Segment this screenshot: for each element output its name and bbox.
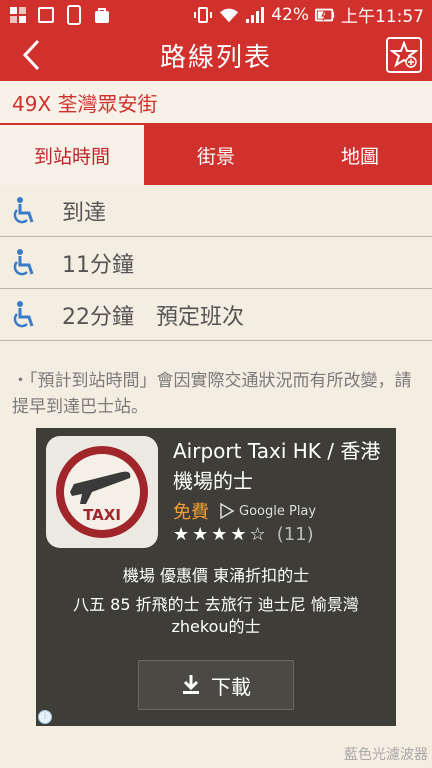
ad-app-name[interactable]: Airport Taxi HK / 香港機場的士: [173, 436, 387, 496]
battery-percent: 42%: [271, 4, 309, 25]
list-item: 到達: [0, 185, 432, 237]
list-item: 22分鐘 預定班次: [0, 289, 432, 341]
arrival-text: 到達: [62, 200, 107, 226]
download-icon: [183, 675, 199, 694]
taxi-plane-icon: TAXI: [56, 446, 148, 538]
price-row: 免費 Google Play: [173, 498, 316, 524]
store-name: Google Play: [239, 503, 317, 519]
status-bar: 42% 上午11:57: [0, 0, 432, 29]
clock: 上午11:57: [341, 7, 424, 27]
eta-disclaimer: ・「預計到站時間」會因實際交通狀況而有所改變，請提早到達巴士站。: [12, 371, 412, 417]
back-button[interactable]: [12, 35, 52, 75]
rating-row: ★★★★☆ (11): [173, 524, 314, 545]
star-add-icon: [390, 41, 418, 68]
arrival-text: 22分鐘 預定班次: [62, 304, 244, 330]
wifi-icon: [219, 5, 239, 25]
download-button[interactable]: 下載: [138, 660, 294, 710]
chevron-left-icon: [22, 39, 40, 71]
app-icon[interactable]: TAXI: [46, 436, 158, 548]
add-favorite-button[interactable]: [386, 37, 422, 73]
bag-icon: [92, 5, 112, 25]
blue-light-filter-label: 藍色光濾波器: [344, 747, 428, 763]
rating-stars: ★★★★☆: [173, 524, 269, 545]
ad-info-icon[interactable]: i: [38, 710, 52, 724]
notification-icons: [8, 4, 112, 25]
ad-description-2: 八五 85 折飛的士 去旅行 迪士尼 愉景灣 zhekou的士: [73, 595, 359, 636]
app-notification-icon: [8, 5, 28, 25]
route-header: 49X 荃灣眾安街: [0, 81, 432, 125]
google-play-badge: Google Play: [219, 503, 316, 519]
play-store-icon: [220, 503, 235, 519]
list-item: 11分鐘: [0, 237, 432, 289]
price-label: 免費: [173, 502, 209, 523]
screenshot-icon: [64, 4, 84, 25]
tab-map[interactable]: 地圖: [288, 125, 432, 185]
app-bar: 路線列表: [0, 29, 432, 81]
wheelchair-icon: [0, 248, 50, 277]
ad-banner[interactable]: TAXI Airport Taxi HK / 香港機場的士 免費 Google …: [36, 428, 396, 726]
ad-description-1: 機場 優惠價 東涌折扣的士: [122, 566, 310, 585]
system-indicators: 42% 上午11:57: [193, 2, 424, 27]
icon-label: TAXI: [83, 506, 121, 524]
rating-count: (11): [276, 524, 314, 545]
wheelchair-icon: [0, 300, 50, 329]
battery-charging-icon: [315, 5, 335, 25]
page-title: 路線列表: [159, 42, 272, 73]
signal-icon: [245, 5, 265, 25]
tab-street-view[interactable]: 街景: [144, 125, 288, 185]
tab-arrival-time[interactable]: 到站時間: [0, 125, 144, 185]
download-label: 下載: [211, 674, 251, 699]
asus-icon: [36, 5, 56, 25]
arrival-list: 到達 11分鐘 22分鐘 預定班次: [0, 185, 432, 341]
tab-bar: 到站時間 街景 地圖: [0, 125, 432, 185]
wheelchair-icon: [0, 196, 50, 225]
vibrate-icon: [193, 5, 213, 25]
arrival-text: 11分鐘: [62, 252, 134, 278]
